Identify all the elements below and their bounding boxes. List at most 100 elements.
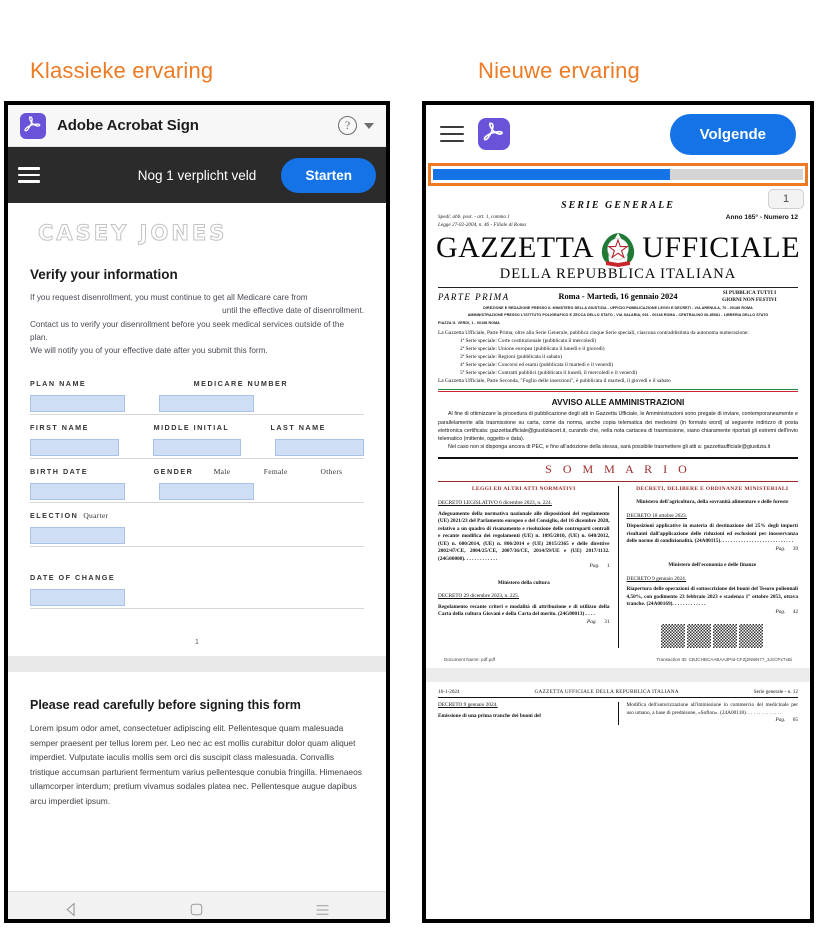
recents-lines-icon[interactable]	[314, 903, 331, 917]
pubblica-line-1: SI PUBBLICA TUTTI I	[722, 289, 777, 296]
barcode-block-icon	[713, 624, 738, 649]
gazzetta-masthead: GAZZETTA UFFICIALE	[435, 226, 801, 270]
column-left-heading: LEGGI ED ALTRI ATTI NORMATIVI	[471, 486, 576, 493]
classic-experience-phone: Adobe Acrobat Sign ? Nog 1 verplicht vel…	[4, 101, 390, 923]
entry-pag-label: Pag.	[587, 618, 597, 625]
input-date-of-change[interactable]	[30, 589, 125, 607]
option-female[interactable]: Female	[264, 467, 321, 476]
form-page-2: Please read carefully before signing thi…	[8, 672, 386, 823]
document-viewer-classic[interactable]: CASEY JONES Verify your information If y…	[8, 203, 386, 891]
field-row-plan: PLAN NAME MEDICARE NUMBER	[30, 379, 364, 416]
address-line-2: AMMINISTRAZIONE PRESSO L'ISTITUTO POLIGR…	[467, 313, 769, 318]
entry-pag: 1	[606, 563, 610, 570]
anno-numero: Anno 165° - Numero 12	[725, 214, 798, 221]
parte-label: PARTE PRIMA	[438, 291, 510, 302]
progress-bar-highlight	[428, 163, 808, 186]
entry-pag-label: Pag.	[589, 563, 600, 570]
page2-column-left: DECRETO 9 gennaio 2024. Emissione di una…	[438, 702, 619, 725]
entry-ministero: Ministero dell'economia e delle finanze	[668, 562, 757, 569]
sommario-columns: LEGGI ED ALTRI ATTI NORMATIVI DECRETO LE…	[438, 486, 799, 649]
label-gender: GENDER	[153, 467, 194, 477]
page2-column-right: Modifica dell'autorizzazione all'immissi…	[627, 702, 799, 725]
acrobat-app-bar: Adobe Acrobat Sign ?	[8, 105, 386, 147]
intro-line-2: until the effective date of disenrollmen…	[222, 306, 364, 316]
entry-body: Adeguamento della normativa nazionale al…	[438, 510, 610, 562]
address-line-1: DIREZIONE E REDAZIONE PRESSO IL MINISTER…	[483, 305, 753, 310]
label-first-name: FIRST NAME	[30, 423, 89, 433]
label-birth-date: BIRTH DATE	[30, 467, 88, 477]
column-right-heading: DECRETI, DELIBERE E ORDINANZE MINISTERIA…	[636, 486, 789, 493]
page2-date: 16-1-2024	[438, 689, 460, 696]
entry-ministero: Ministero dell'agricoltura, della sovran…	[636, 499, 789, 506]
intro-line-1: If you request disenrollment, you must c…	[30, 293, 308, 302]
entry-pag: 42	[792, 608, 798, 615]
entry-pag-label: Pag.	[775, 545, 786, 552]
help-icon[interactable]: ?	[338, 116, 357, 135]
label-middle-initial: MIDDLE INITIAL	[153, 423, 230, 433]
hamburger-menu-icon[interactable]	[440, 121, 464, 146]
form-fields: PLAN NAME MEDICARE NUMBER FIRST NAME MID	[30, 379, 365, 610]
section-heading: Verify your information	[30, 267, 178, 282]
action-bar: Nog 1 verplicht veld Starten	[8, 147, 386, 203]
entry-decreto: DECRETO 29 dicembre 2023, n. 225.	[438, 593, 520, 600]
address-line-3: PIAZZA G. VERDI, 1 - 00198 ROMA	[438, 320, 500, 325]
chevron-down-icon[interactable]	[364, 122, 374, 129]
label-medicare-number: MEDICARE NUMBER	[193, 379, 289, 389]
page2-pag-label: Pag.	[775, 717, 786, 724]
series-item-5: 5ª Serie speciale: Contratti pubblici (p…	[460, 370, 638, 377]
parte-seconda-line: La Gazzetta Ufficiale, Parte Seconda, "F…	[438, 378, 671, 385]
avviso-paragraph-2: Nel caso non si disponga ancora di PEC, …	[448, 444, 771, 451]
page2-body: Lorem ipsum odor amet, consectetuer adip…	[30, 723, 362, 806]
series-item-3: 3ª Serie speciale: Regioni (pubblicata i…	[460, 354, 563, 361]
home-square-icon[interactable]	[189, 902, 204, 917]
footer-transaction-id: Transaction ID: CBJCHBCAABAA3Pat-CFZj2N8…	[656, 657, 792, 663]
entry-body: Disposizioni applicative in materia di d…	[626, 523, 799, 545]
input-plan-name[interactable]	[30, 395, 125, 413]
option-others[interactable]: Others	[321, 467, 364, 476]
document-footer: Document Name: pdf.pdf Transaction ID: C…	[438, 657, 798, 662]
new-app-bar: Volgende	[426, 105, 810, 163]
label-election-quarter: Quarter	[83, 511, 109, 521]
next-button[interactable]: Volgende	[669, 113, 796, 155]
page-separator	[426, 668, 810, 683]
start-button[interactable]: Starten	[281, 157, 376, 193]
series-item-4: 4ª Serie speciale: Concorsi ed esami (pu…	[460, 362, 614, 369]
field-row-election: ELECTION Quarter	[30, 511, 364, 548]
parte-row: PARTE PRIMA Roma - Martedì, 16 gennaio 2…	[438, 290, 798, 304]
input-gender[interactable]	[159, 483, 254, 501]
masthead-gazzetta: GAZZETTA	[435, 230, 595, 264]
sommario-column-right: DECRETI, DELIBERE E ORDINANZE MINISTERIA…	[626, 486, 799, 649]
entry-decreto: DECRETO 18 ottobre 2023.	[626, 512, 688, 519]
input-first-name[interactable]	[30, 439, 119, 457]
series-block: La Gazzetta Ufficiale, Parte Prima, oltr…	[438, 329, 798, 385]
page2-left-body: Emissione di una prima tranche dei buoni…	[438, 712, 541, 719]
series-item-2: 2ª Serie speciale: Unione europea (pubbl…	[460, 346, 605, 353]
hamburger-menu-icon[interactable]	[18, 163, 40, 187]
sommario-heading: S O M M A R I O	[545, 462, 691, 477]
input-birth-date[interactable]	[30, 483, 125, 501]
entry-pag: 31	[604, 618, 610, 625]
page2-pag: 65	[792, 717, 798, 724]
option-male[interactable]: Male	[214, 467, 264, 476]
field-row-birth-gender: BIRTH DATE GENDER Male Female Others	[30, 467, 364, 504]
gazzetta-page-2: 16-1-2024 GAZZETTA UFFICIALE DELLA REPUB…	[438, 682, 798, 725]
entry-decreto: DECRETO LEGISLATIVO 6 dicembre 2023, n. …	[438, 500, 552, 507]
input-last-name[interactable]	[275, 439, 365, 457]
progress-track[interactable]	[433, 169, 803, 180]
form-page-1: CASEY JONES Verify your information If y…	[8, 203, 386, 647]
field-row-name: FIRST NAME MIDDLE INITIAL LAST NAME	[30, 423, 365, 460]
document-viewer-new[interactable]: SERIE GENERALE Spedi: abb. post. - art. …	[426, 186, 810, 919]
input-election[interactable]	[30, 527, 125, 545]
adobe-acrobat-icon	[478, 118, 510, 150]
input-middle-initial[interactable]	[152, 439, 242, 457]
back-triangle-icon[interactable]	[63, 901, 80, 918]
new-experience-phone: Volgende 1 SERIE GENERALE Spedi: abb. po…	[422, 101, 814, 923]
masthead-ufficiale: UFFICIALE	[642, 230, 801, 264]
page2-right-body: Modifica dell'autorizzazione all'immissi…	[626, 702, 799, 716]
series-item-1: 1ª Serie speciale: Corte costituzionale …	[460, 338, 597, 345]
label-date-of-change: DATE OF CHANGE	[30, 573, 116, 583]
avviso-paragraph-1: Al fine di ottimizzare la procedura di p…	[438, 411, 798, 442]
input-medicare-number[interactable]	[159, 395, 254, 413]
app-title: Adobe Acrobat Sign	[57, 117, 199, 134]
tricolor-divider	[438, 389, 798, 393]
